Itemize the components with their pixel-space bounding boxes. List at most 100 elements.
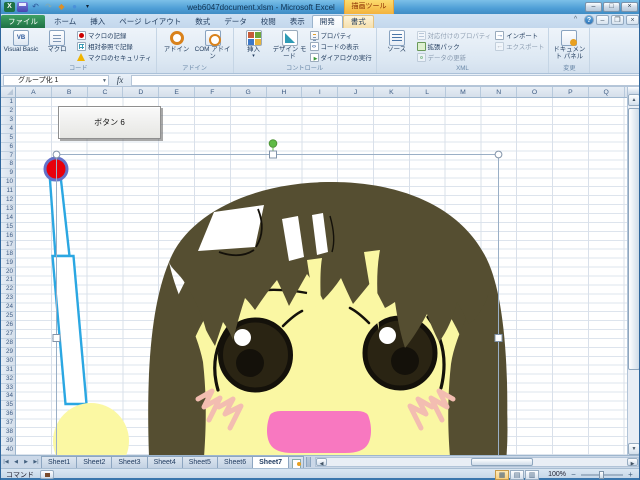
row-header-25[interactable]: 25: [1, 312, 15, 321]
row-header-11[interactable]: 11: [1, 187, 15, 196]
row-header-8[interactable]: 8: [1, 160, 15, 169]
row-header-26[interactable]: 26: [1, 321, 15, 330]
sheet-tab-Sheet6[interactable]: Sheet6: [217, 456, 253, 468]
insert-function-button[interactable]: fx: [109, 75, 131, 85]
row-header-28[interactable]: 28: [1, 339, 15, 348]
row-header-27[interactable]: 27: [1, 330, 15, 339]
column-header-E[interactable]: E: [159, 87, 195, 97]
ribbon-button-COM アドイン[interactable]: COM アドイン: [195, 29, 231, 65]
row-header-7[interactable]: 7: [1, 152, 15, 161]
zoom-level[interactable]: 100%: [542, 471, 566, 478]
row-header-14[interactable]: 14: [1, 214, 15, 223]
row-header-31[interactable]: 31: [1, 366, 15, 375]
qat-dropdown-icon[interactable]: ▾: [82, 2, 93, 12]
row-header-4[interactable]: 4: [1, 125, 15, 134]
scroll-down-button[interactable]: ▼: [628, 443, 640, 455]
formula-input[interactable]: [131, 75, 640, 86]
ribbon-button-挿入[interactable]: 挿入▾: [236, 29, 272, 65]
row-header-16[interactable]: 16: [1, 232, 15, 241]
ribbon-button-マクロ[interactable]: マクロ: [39, 29, 75, 65]
ribbon-button-相対参照で記録[interactable]: 相対参照で記録: [75, 41, 154, 52]
column-header-C[interactable]: C: [88, 87, 124, 97]
row-header-36[interactable]: 36: [1, 410, 15, 419]
horizontal-scrollbar-thumb[interactable]: [471, 458, 533, 466]
scroll-right-button[interactable]: ▶: [627, 458, 638, 466]
row-header-20[interactable]: 20: [1, 268, 15, 277]
row-header-10[interactable]: 10: [1, 178, 15, 187]
ribbon-button-拡張パック[interactable]: 拡張パック: [415, 41, 494, 52]
column-header-O[interactable]: O: [517, 87, 553, 97]
undo-icon[interactable]: ↶: [30, 2, 41, 12]
row-header-12[interactable]: 12: [1, 196, 15, 205]
sheet-tab-Sheet7[interactable]: Sheet7: [252, 456, 289, 468]
rotation-handle[interactable]: [269, 140, 277, 148]
tab-数式[interactable]: 数式: [188, 15, 217, 28]
select-all-corner[interactable]: [1, 87, 16, 98]
ribbon-button-エクスポート[interactable]: エクスポート: [493, 41, 546, 52]
tab-ファイル[interactable]: ファイル: [1, 15, 45, 28]
custom-1-icon[interactable]: ◆: [56, 2, 67, 12]
row-header-3[interactable]: 3: [1, 116, 15, 125]
row-header-38[interactable]: 38: [1, 428, 15, 437]
row-header-32[interactable]: 32: [1, 375, 15, 384]
tab-書式[interactable]: 書式: [343, 15, 374, 28]
tab-挿入[interactable]: 挿入: [83, 15, 112, 28]
row-header-9[interactable]: 9: [1, 169, 15, 178]
column-header-I[interactable]: I: [302, 87, 338, 97]
worksheet-grid[interactable]: ボタン 6: [16, 98, 627, 455]
column-header-P[interactable]: P: [553, 87, 589, 97]
column-header-Q[interactable]: Q: [589, 87, 625, 97]
ribbon-button-コードの表示[interactable]: コードの表示: [308, 41, 374, 52]
page-layout-view-button[interactable]: ▤: [510, 470, 524, 480]
redo-icon[interactable]: ↷: [43, 2, 54, 12]
ribbon-button-インポート[interactable]: インポート: [493, 30, 546, 41]
tab-ページ レイアウト[interactable]: ページ レイアウト: [112, 15, 188, 28]
sheet-tab-Sheet1[interactable]: Sheet1: [41, 456, 77, 468]
zoom-in-button[interactable]: +: [626, 470, 635, 479]
normal-view-button[interactable]: ▦: [495, 470, 509, 480]
insert-worksheet-tab[interactable]: [288, 456, 304, 468]
column-header-M[interactable]: M: [446, 87, 482, 97]
ribbon-button-ダイアログの実行[interactable]: ダイアログの実行: [308, 52, 374, 63]
workbook-minimize-button[interactable]: –: [596, 15, 609, 25]
row-header-6[interactable]: 6: [1, 143, 15, 152]
row-header-39[interactable]: 39: [1, 437, 15, 446]
ribbon-button-プロパティ[interactable]: プロパティ: [308, 30, 374, 41]
row-header-2[interactable]: 2: [1, 107, 15, 116]
zoom-slider-thumb[interactable]: [599, 471, 604, 479]
row-header-23[interactable]: 23: [1, 294, 15, 303]
sheet-tab-Sheet5[interactable]: Sheet5: [182, 456, 218, 468]
row-header-21[interactable]: 21: [1, 276, 15, 285]
vertical-scrollbar-thumb[interactable]: [628, 108, 640, 370]
ribbon-button-マクロのセキュリティ[interactable]: マクロのセキュリティ: [75, 52, 154, 63]
tab-校閲[interactable]: 校閲: [254, 15, 283, 28]
scroll-up-button[interactable]: ▲: [628, 94, 640, 106]
minimize-button[interactable]: –: [585, 2, 602, 12]
custom-2-icon[interactable]: ●: [69, 2, 80, 12]
row-header-37[interactable]: 37: [1, 419, 15, 428]
column-header-G[interactable]: G: [231, 87, 267, 97]
column-header-K[interactable]: K: [374, 87, 410, 97]
scroll-left-button[interactable]: ◀: [316, 458, 327, 466]
sheet-tab-Sheet2[interactable]: Sheet2: [76, 456, 112, 468]
sheet-tab-Sheet4[interactable]: Sheet4: [147, 456, 183, 468]
ribbon-button-Visual Basic[interactable]: Visual Basic: [3, 29, 39, 65]
zoom-out-button[interactable]: −: [569, 470, 578, 479]
row-header-30[interactable]: 30: [1, 357, 15, 366]
row-header-15[interactable]: 15: [1, 223, 15, 232]
tab-split-handle[interactable]: [306, 457, 311, 467]
row-header-1[interactable]: 1: [1, 98, 15, 107]
column-header-B[interactable]: B: [52, 87, 88, 97]
tab-表示[interactable]: 表示: [283, 15, 312, 28]
macro-record-button[interactable]: [40, 470, 54, 479]
row-header-29[interactable]: 29: [1, 348, 15, 357]
column-header-L[interactable]: L: [410, 87, 446, 97]
column-header-H[interactable]: H: [267, 87, 303, 97]
column-header-F[interactable]: F: [195, 87, 231, 97]
ribbon-button-データの更新[interactable]: データの更新: [415, 52, 494, 63]
column-header-J[interactable]: J: [338, 87, 374, 97]
save-icon[interactable]: [17, 2, 28, 12]
row-header-17[interactable]: 17: [1, 241, 15, 250]
name-box-dropdown-icon[interactable]: ▼: [102, 76, 107, 86]
row-header-24[interactable]: 24: [1, 303, 15, 312]
